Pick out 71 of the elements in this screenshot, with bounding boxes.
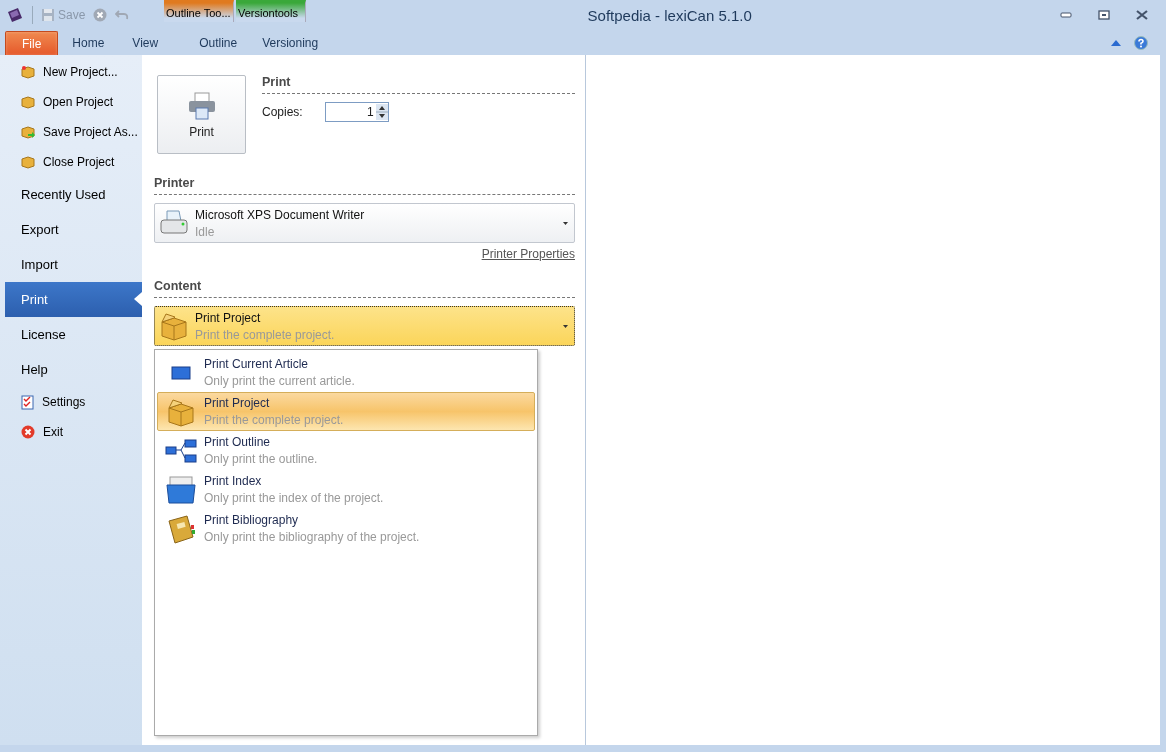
option-description: Only print the outline. (204, 452, 319, 466)
box-icon (159, 311, 189, 341)
close-icon (21, 425, 35, 439)
backstage-tab[interactable]: Print (5, 282, 142, 317)
printer-icon (186, 90, 217, 121)
section-heading: Printer (154, 176, 575, 195)
box-icon (21, 155, 35, 169)
close-icon[interactable] (1136, 10, 1148, 20)
dropdown-option[interactable]: Print Project Print the complete project. (157, 392, 535, 431)
backstage-tab[interactable]: License (0, 317, 142, 352)
option-title: Print Project (204, 396, 271, 410)
contextual-tab-group: Outline Too... (164, 0, 234, 22)
app-icon[interactable] (6, 6, 24, 24)
option-description: Print the complete project. (195, 327, 336, 342)
ribbon-tab[interactable]: View (118, 31, 173, 55)
dropdown-option[interactable]: Print Current Article Only print the current article. (157, 353, 535, 392)
menu-item[interactable]: Close Project (0, 147, 142, 177)
card-box-icon (165, 474, 197, 505)
print-button[interactable]: Print (157, 75, 246, 154)
window-title: Softpedia - lexiCan 5.1.0 (586, 6, 752, 24)
backstage-tab[interactable]: Export (0, 212, 142, 247)
option-title: Print Index (204, 474, 263, 488)
section-heading: Print (262, 75, 575, 94)
option-description: Only print the current article. (204, 374, 356, 388)
copies-spinbox[interactable]: 1 (324, 102, 389, 122)
printer-properties-link[interactable]: Printer Properties (481, 247, 575, 261)
box-icon (21, 65, 35, 79)
cancel-icon[interactable] (93, 8, 108, 22)
backstage-tab[interactable]: Import (0, 247, 142, 282)
minimize-icon[interactable] (1060, 12, 1072, 18)
copies-label: Copies: (262, 105, 303, 119)
box-icon (21, 95, 35, 109)
box-icon (166, 396, 196, 427)
box-icon (21, 125, 35, 139)
printer-name: Microsoft XPS Document Writer (195, 207, 366, 222)
printer-status: Idle (195, 224, 216, 239)
collapse-ribbon-icon[interactable] (1110, 38, 1122, 47)
tree-diagram-icon (165, 437, 197, 464)
contextual-tab-group: Versiontools (236, 0, 306, 22)
dropdown-option[interactable]: Print Outline Only print the outline. (157, 431, 535, 470)
menu-item[interactable]: Settings (0, 387, 142, 417)
spin-arrows-icon (375, 104, 388, 120)
section-heading: Content (154, 279, 575, 298)
menu-item[interactable]: Open Project (0, 87, 142, 117)
printer-dropdown[interactable]: Microsoft XPS Document Writer Idle (154, 203, 575, 243)
option-title: Print Bibliography (204, 513, 300, 527)
menu-item[interactable]: New Project... (0, 57, 142, 87)
option-title: Print Current Article (204, 357, 310, 371)
option-description: Print the complete project. (204, 413, 345, 427)
option-description: Only print the index of the project. (204, 491, 385, 505)
help-icon[interactable] (1134, 35, 1148, 50)
caret-icon (563, 324, 568, 328)
ribbon-tab[interactable]: Home (58, 31, 119, 55)
option-title: Print Project (195, 310, 262, 325)
option-description: Only print the bibliography of the project. (204, 530, 421, 544)
dropdown-option[interactable]: Print Bibliography Only print the bibliography of the project. (157, 509, 535, 548)
rectangle-icon (171, 365, 191, 380)
menu-item[interactable]: Save Project As... (0, 117, 142, 147)
printer-icon (159, 209, 189, 237)
ribbon-tab[interactable]: Versioning (254, 31, 327, 55)
restore-icon[interactable] (1098, 10, 1110, 20)
dropdown-option[interactable]: Print Index Only print the index of the project. (157, 470, 535, 509)
checklist-icon (21, 394, 34, 410)
caret-icon (563, 221, 568, 225)
book-icon (165, 512, 197, 545)
backstage-tab[interactable]: Recently Used (0, 177, 142, 212)
menu-item[interactable]: Exit (0, 417, 142, 447)
backstage-tab[interactable]: Help (0, 352, 142, 387)
option-title: Print Outline (204, 435, 272, 449)
ribbon-tab[interactable]: Outline (182, 31, 255, 55)
content-dropdown[interactable]: Print Project Print the complete project. (154, 306, 575, 346)
